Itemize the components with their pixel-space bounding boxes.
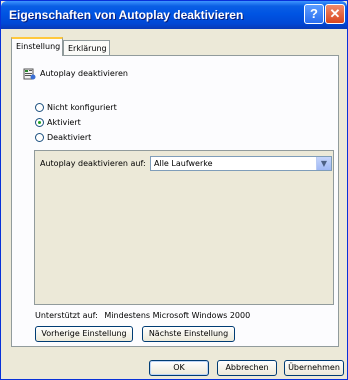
button-label: Übernehmen <box>288 363 340 372</box>
radio-circle-icon[interactable] <box>35 133 44 142</box>
policy-setting-icon <box>23 68 36 80</box>
tab-einstellung[interactable]: Einstellung <box>11 37 63 56</box>
cancel-button[interactable]: Abbrechen <box>217 360 277 376</box>
next-setting-button[interactable]: Nächste Einstellung <box>142 326 235 342</box>
radio-not-configured[interactable]: Nicht konfiguriert <box>35 103 117 112</box>
supported-on: Unterstützt auf: Mindestens Microsoft Wi… <box>35 311 250 320</box>
button-label: Nächste Einstellung <box>148 329 229 338</box>
tab-label: Erklärung <box>68 44 107 53</box>
dropdown-value: Alle Laufwerke <box>154 159 213 168</box>
policy-name: Autoplay deaktivieren <box>40 69 128 78</box>
close-button[interactable]: ✕ <box>325 4 345 24</box>
radio-circle-icon[interactable] <box>35 103 44 112</box>
button-label: Abbrechen <box>225 363 269 372</box>
ok-button[interactable]: OK <box>149 360 209 376</box>
tab-erklaerung[interactable]: Erklärung <box>63 40 110 55</box>
radio-label: Aktiviert <box>47 118 81 127</box>
tab-label: Einstellung <box>16 42 61 51</box>
previous-setting-button[interactable]: Vorherige Einstellung <box>35 326 133 342</box>
window-title: Eigenschaften von Autoplay deaktivieren <box>9 8 244 22</box>
radio-circle-icon[interactable] <box>35 118 44 127</box>
help-button[interactable]: ? <box>304 4 324 24</box>
radio-disabled[interactable]: Deaktiviert <box>35 133 91 142</box>
chevron-down-icon[interactable]: ▼ <box>316 157 331 170</box>
button-label: OK <box>173 363 185 372</box>
radio-enabled[interactable]: Aktiviert <box>35 118 81 127</box>
option-label: Autoplay deaktivieren auf: <box>40 159 146 168</box>
button-label: Vorherige Einstellung <box>41 329 127 338</box>
title-bar[interactable]: Eigenschaften von Autoplay deaktivieren … <box>1 1 347 29</box>
radio-selected-dot <box>38 121 41 124</box>
dialog-window: Eigenschaften von Autoplay deaktivieren … <box>0 0 348 380</box>
radio-label: Nicht konfiguriert <box>47 103 117 112</box>
options-box <box>34 150 334 305</box>
supported-value: Mindestens Microsoft Windows 2000 <box>104 311 251 320</box>
supported-label: Unterstützt auf: <box>35 311 98 320</box>
policy-heading: Autoplay deaktivieren <box>23 67 128 80</box>
drives-dropdown[interactable]: Alle Laufwerke ▼ <box>150 156 332 171</box>
radio-label: Deaktiviert <box>47 133 92 142</box>
apply-button[interactable]: Übernehmen <box>284 360 344 376</box>
